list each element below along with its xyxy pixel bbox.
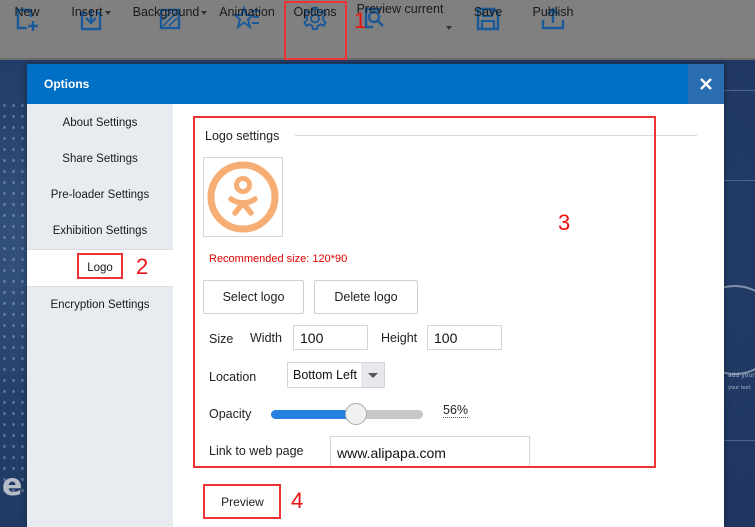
section-title: Logo settings (205, 129, 280, 143)
divider-line (720, 90, 755, 91)
link-label: Link to web page (209, 444, 304, 458)
sidebar-item-encryption-settings[interactable]: Encryption Settings (27, 287, 173, 323)
annotation-number: 4 (291, 488, 304, 513)
slider-thumb[interactable] (345, 403, 368, 425)
recommended-size-text: Recommended size: 120*90 (209, 253, 348, 265)
logo-settings-panel: Logo settings Recommended size: 120*90 S… (173, 104, 724, 527)
slide-text: add your t (728, 372, 755, 379)
toolbar-background-button[interactable]: Background (130, 0, 210, 60)
sidebar-item-share-settings[interactable]: Share Settings (27, 141, 173, 177)
toolbar-insert-label: Insert (71, 5, 103, 19)
slider-fill (271, 410, 357, 419)
sidebar-item-about-settings[interactable]: About Settings (27, 105, 173, 141)
slide-text: your text (728, 385, 751, 391)
opacity-value: 56% (443, 403, 469, 418)
section-divider (295, 135, 697, 136)
toolbar-options-label: Options (293, 5, 337, 19)
location-label: Location (209, 370, 257, 384)
toolbar-publish-button[interactable]: Publish (528, 0, 578, 60)
location-selected-value: Bottom Left (293, 368, 357, 382)
annotation-number: 2 (136, 254, 149, 279)
width-input[interactable]: 100 (293, 325, 368, 350)
chevron-down-icon (201, 10, 208, 15)
toolbar-new-button[interactable]: New (6, 0, 48, 60)
logo-preview (203, 157, 283, 237)
divider-line (720, 440, 755, 441)
chevron-down-icon[interactable] (446, 26, 452, 30)
toolbar-insert-button[interactable]: Insert (68, 0, 114, 60)
toolbar-publish-label: Publish (532, 5, 574, 19)
opacity-slider[interactable] (271, 403, 423, 425)
delete-logo-button[interactable]: Delete logo (314, 280, 418, 314)
width-label: Width (250, 331, 282, 345)
options-sidebar: About Settings Share Settings Pre-loader… (27, 104, 173, 527)
sidebar-item-exhibition-settings[interactable]: Exhibition Settings (27, 213, 173, 249)
preview-button[interactable]: Preview (205, 486, 280, 518)
size-label: Size (209, 332, 234, 346)
main-toolbar: New Insert Background Animation Options (0, 0, 755, 60)
chevron-down-icon (367, 372, 378, 378)
sidebar-item-logo[interactable]: Logo (27, 250, 173, 286)
toolbar-animation-label: Animation (219, 5, 275, 19)
close-button[interactable] (688, 64, 724, 104)
sidebar-item-preloader-settings[interactable]: Pre-loader Settings (27, 177, 173, 213)
annotation-number: 3 (558, 210, 571, 235)
close-icon (700, 78, 712, 90)
height-input[interactable]: 100 (427, 325, 502, 350)
toolbar-preview-current-label: Preview current (356, 2, 444, 16)
toolbar-options-button[interactable]: Options (286, 0, 344, 60)
opacity-label: Opacity (209, 407, 252, 421)
toolbar-animation-button[interactable]: Animation (216, 0, 278, 60)
height-label: Height (381, 331, 418, 345)
options-dialog: Options About Settings Share Settings Pr… (27, 64, 724, 527)
odnoklassniki-logo-icon (207, 161, 279, 233)
toolbar-save-label: Save (473, 5, 503, 19)
chevron-down-icon (104, 10, 111, 15)
annotation-number: 1 (354, 8, 367, 33)
link-input[interactable]: www.alipapa.com (330, 436, 530, 468)
divider-line (720, 180, 755, 181)
location-select[interactable]: Bottom Left (287, 362, 385, 388)
toolbar-background-label: Background (132, 5, 200, 19)
select-logo-button[interactable]: Select logo (203, 280, 304, 314)
location-dropdown-button[interactable] (361, 363, 384, 387)
toolbar-save-button[interactable]: Save (466, 0, 510, 60)
toolbar-new-label: New (14, 5, 40, 19)
slide-big-letter: e (2, 468, 23, 503)
sparkle-decoration (0, 100, 30, 500)
dialog-header: Options (27, 64, 724, 104)
dialog-title: Options (44, 77, 90, 91)
